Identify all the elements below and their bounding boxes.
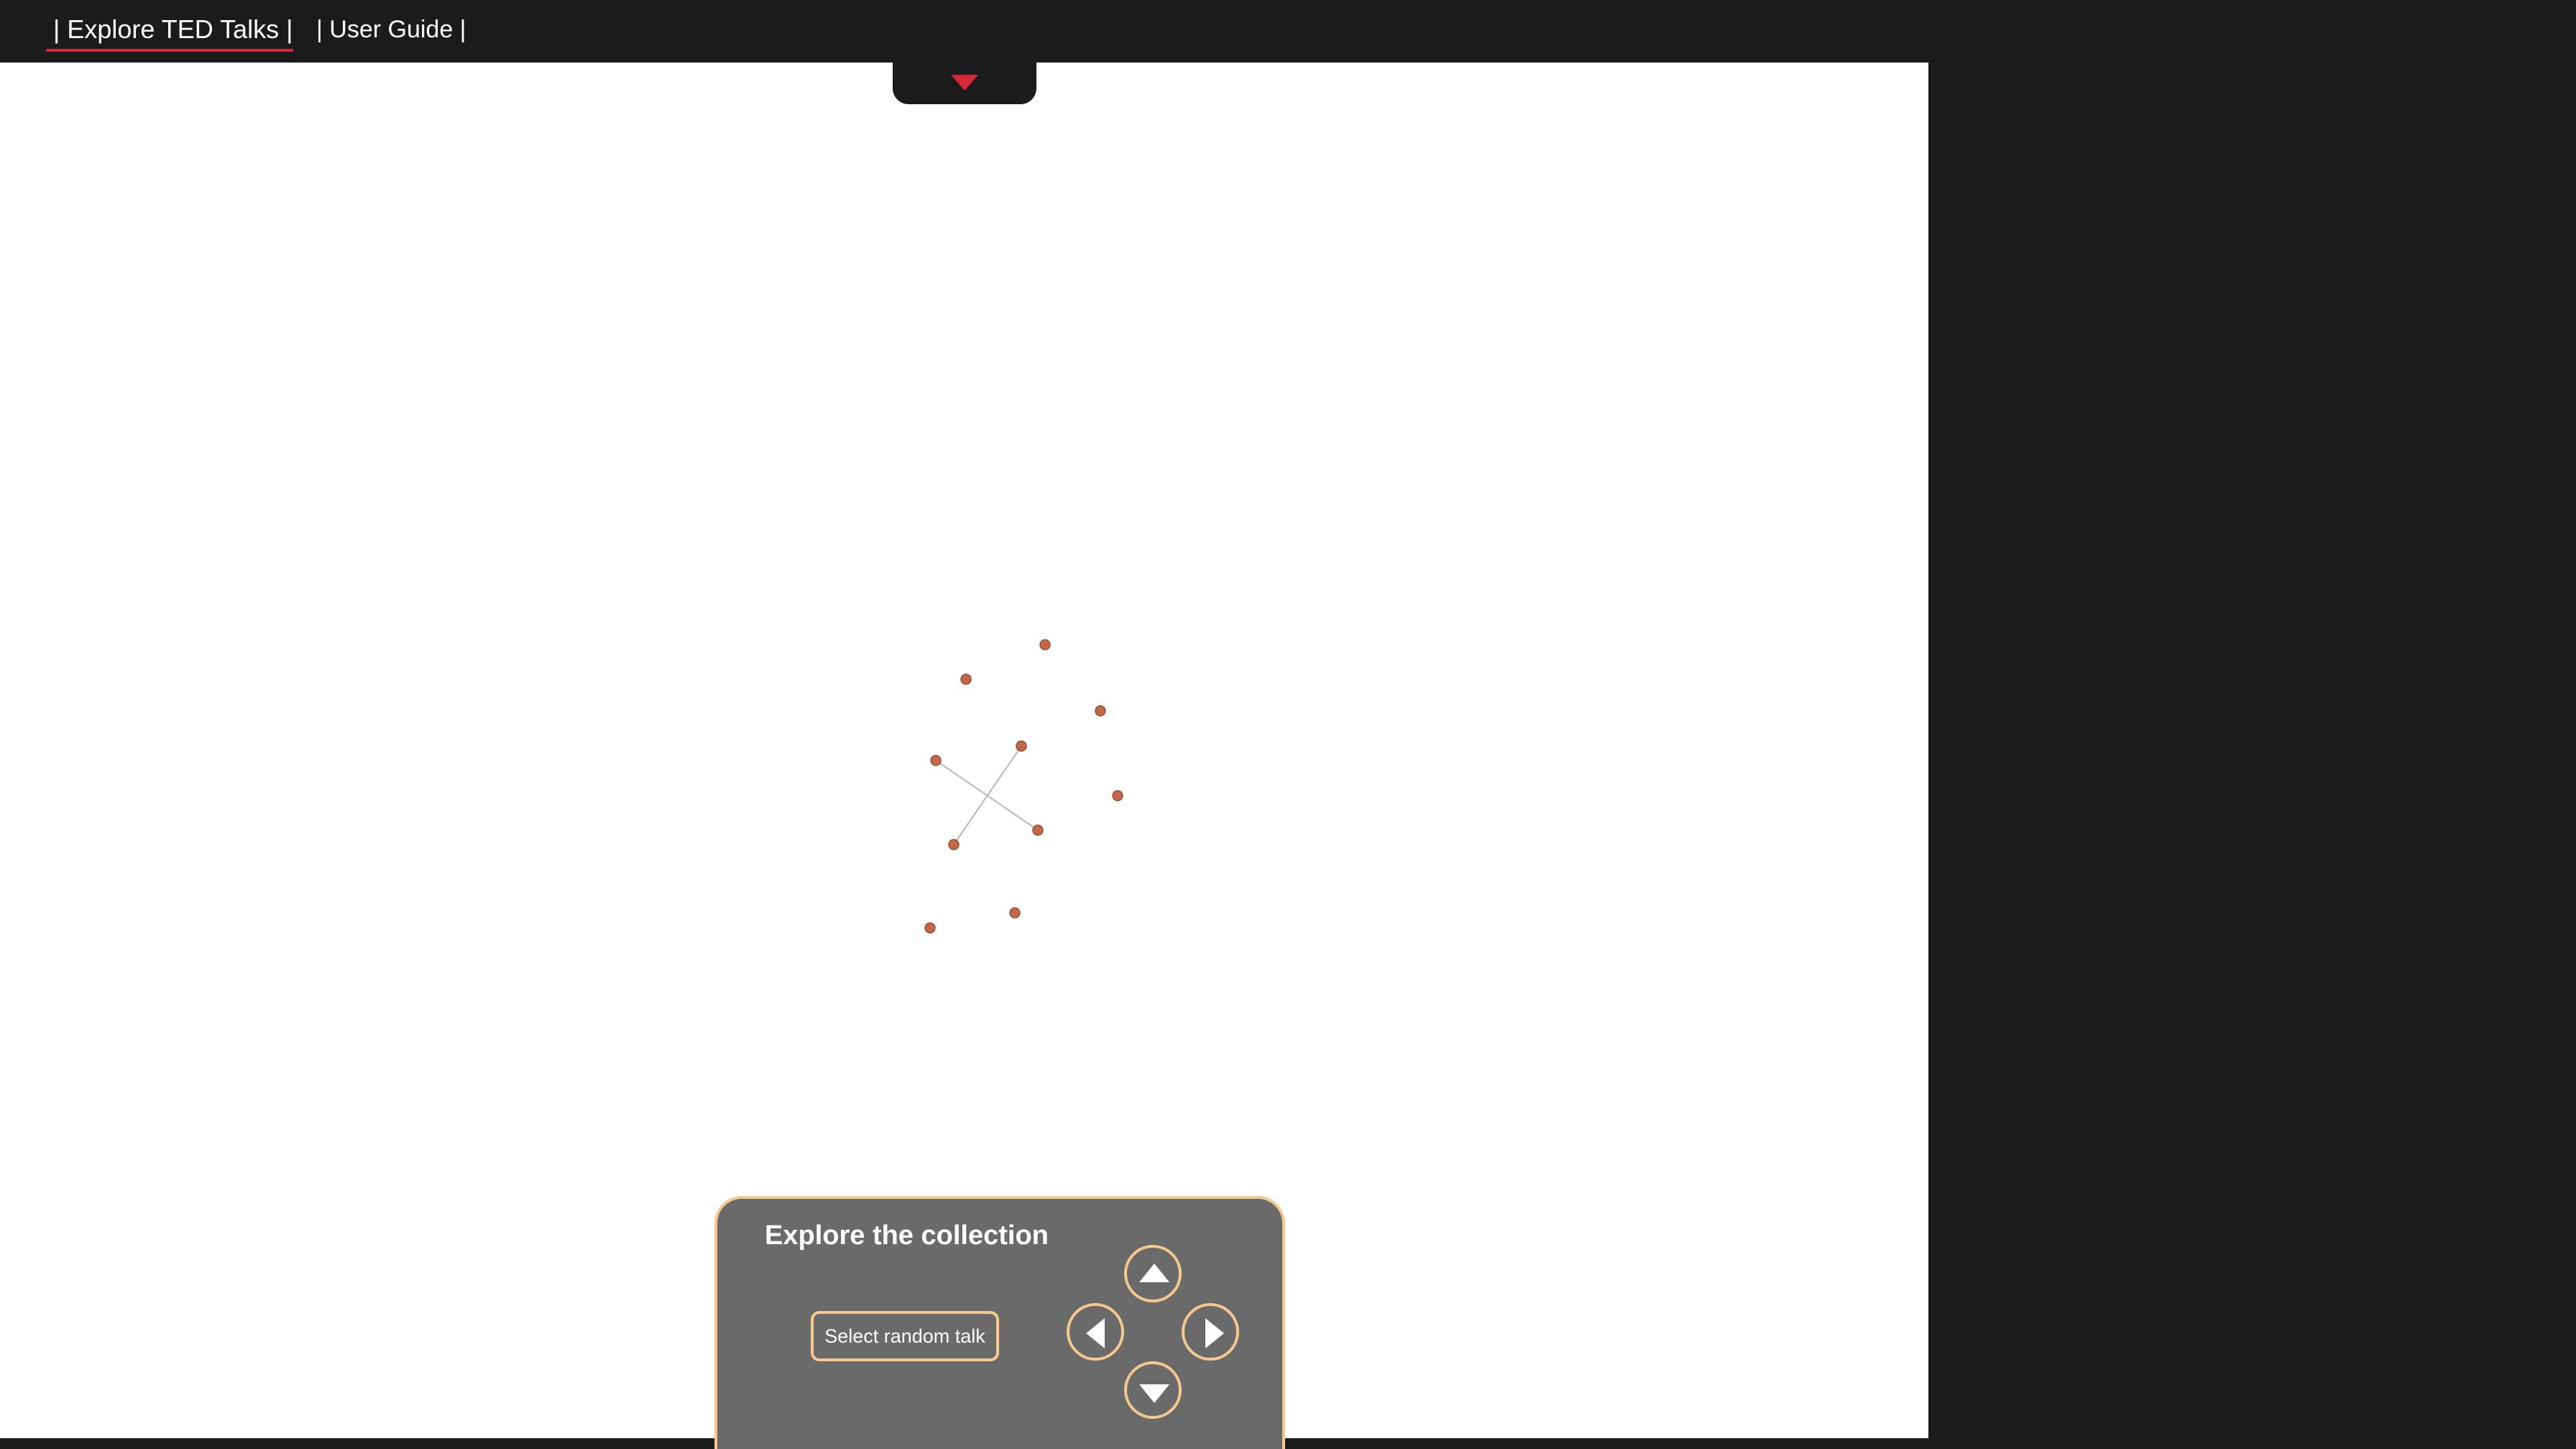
app-root: | Explore TED Talks | | User Guide | Exp… [0,0,2576,1449]
panel-title: Explore the collection [765,1220,1049,1251]
bottom-strip [0,1438,2576,1449]
dropdown-toggle-tab[interactable] [893,63,1036,104]
graph-link [953,745,1022,845]
talk-node[interactable] [948,839,960,850]
talk-node[interactable] [1016,740,1027,752]
arrow-left-icon [1086,1318,1105,1348]
explore-panel: Explore the collection Select random tal… [714,1196,1285,1449]
talk-node[interactable] [930,755,942,766]
arrow-down-icon [1139,1384,1169,1403]
talk-node[interactable] [960,673,972,685]
talk-node[interactable] [924,922,936,934]
nav-user-guide[interactable]: | User Guide | [316,13,466,52]
talk-node[interactable] [1032,824,1044,836]
arrow-right-icon [1205,1318,1224,1348]
talk-node[interactable] [1112,790,1123,801]
talk-node[interactable] [1095,705,1106,717]
talk-node[interactable] [1009,907,1021,919]
move-up-button[interactable] [1124,1245,1182,1302]
right-side-area [1928,63,2576,1449]
talk-node[interactable] [1039,639,1051,650]
move-left-button[interactable] [1067,1303,1124,1361]
graph-nodes [924,639,1123,934]
graph-links [935,745,1039,845]
move-down-button[interactable] [1124,1361,1182,1419]
move-right-button[interactable] [1182,1303,1239,1361]
nav-explore-ted-talks[interactable]: | Explore TED Talks | [46,13,293,52]
caret-down-icon [951,75,978,91]
select-random-talk-button[interactable]: Select random talk [811,1311,999,1361]
arrow-up-icon [1139,1264,1169,1282]
top-nav-bar: | Explore TED Talks | | User Guide | [0,0,2576,63]
